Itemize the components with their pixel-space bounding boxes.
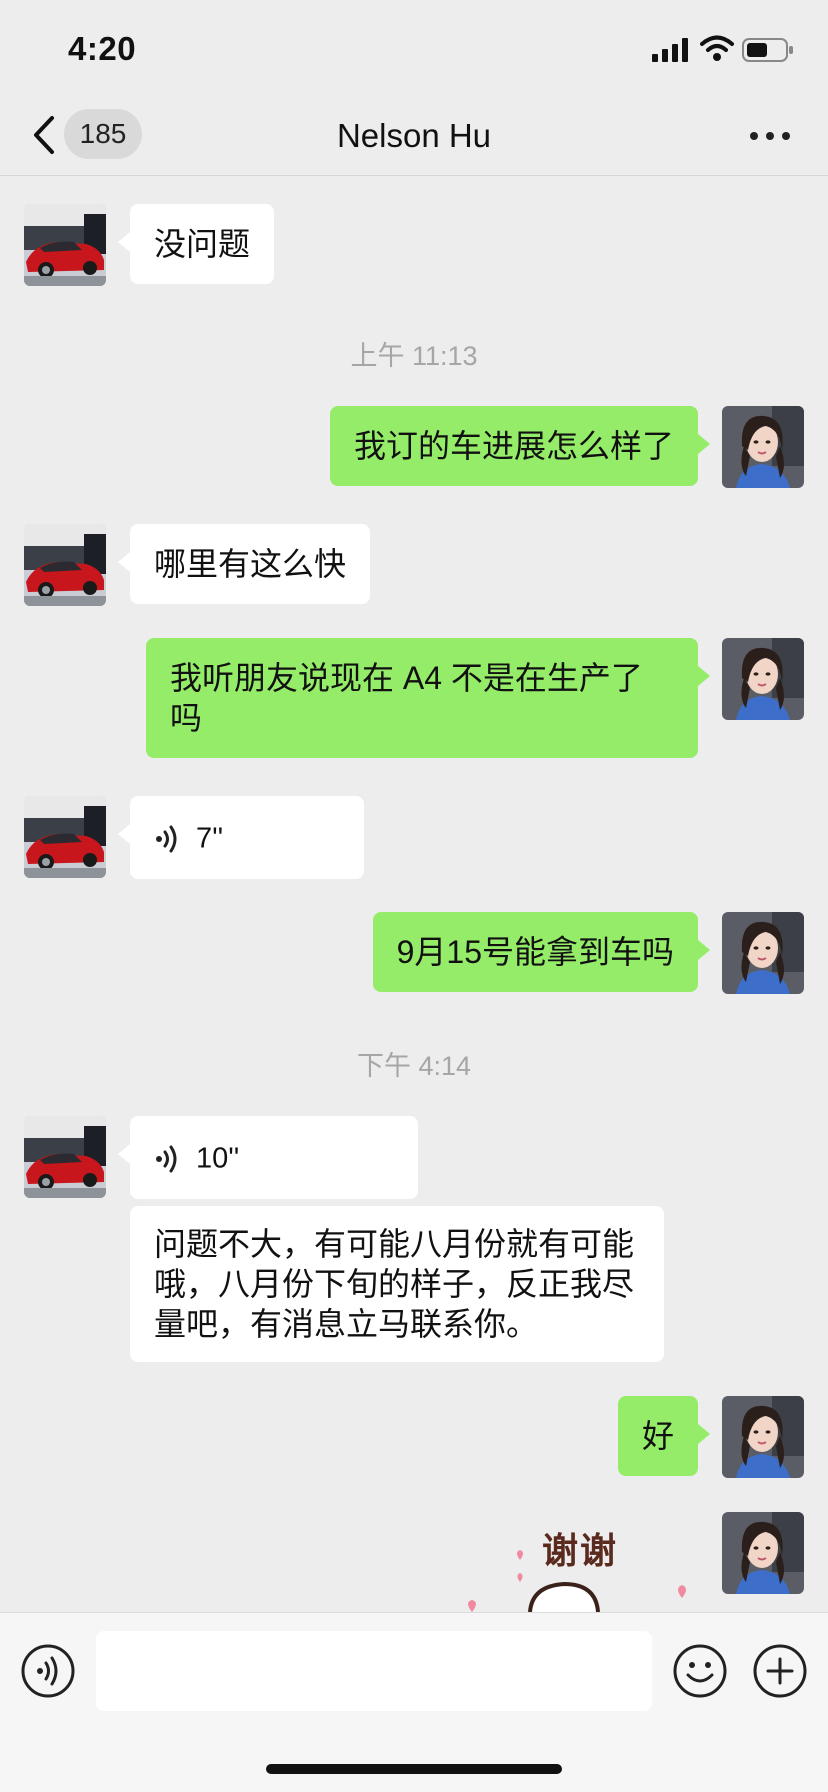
contact-avatar[interactable]	[24, 1116, 106, 1198]
my-avatar[interactable]	[722, 912, 804, 994]
timestamp: 下午 4:14	[356, 1051, 472, 1081]
message-input[interactable]	[96, 1631, 652, 1711]
message-text: 好	[641, 1418, 674, 1454]
voice-wave-icon	[154, 1143, 182, 1175]
voice-duration: 10''	[196, 1142, 240, 1175]
chevron-left-icon[interactable]	[28, 114, 58, 156]
battery-icon	[742, 38, 793, 62]
message-text: 哪里有这么快	[154, 546, 347, 582]
timestamp: 上午 11:13	[350, 341, 478, 371]
chat-header: Nelson Hu 185	[0, 96, 828, 176]
message-received[interactable]: 没问题	[117, 204, 275, 284]
message-text: 没问题	[154, 226, 251, 262]
my-avatar[interactable]	[722, 406, 804, 488]
car-photo	[24, 524, 106, 606]
message-text: 我听朋友说现在 A4 不是在生产了吗	[170, 660, 643, 736]
message-text: 问题不大，有可能八月份就有可能哦，八月份下旬的样子，反正我尽量吧，有消息立马联系…	[154, 1226, 635, 1342]
more-dots-icon[interactable]	[748, 118, 792, 154]
contact-avatar[interactable]	[24, 796, 106, 878]
message-text: 我订的车进展怎么样了	[353, 428, 674, 464]
my-avatar[interactable]	[722, 1512, 804, 1594]
car-photo	[24, 204, 106, 286]
voice-duration: 7''	[196, 822, 224, 855]
car-photo	[24, 796, 106, 878]
contact-avatar[interactable]	[24, 524, 106, 606]
message-received[interactable]: 哪里有这么快	[117, 524, 371, 604]
car-photo	[24, 1116, 106, 1198]
profile-photo	[722, 406, 804, 488]
message-sent[interactable]: 9月15号能拿到车吗	[372, 912, 711, 992]
profile-photo	[722, 1512, 804, 1594]
signal-icon	[652, 38, 688, 62]
message-sent[interactable]: 好	[617, 1396, 711, 1476]
my-avatar[interactable]	[722, 1396, 804, 1478]
home-indicator[interactable]	[266, 1764, 562, 1774]
sticker-drawing	[468, 1550, 686, 1612]
voice-toggle-icon[interactable]	[20, 1643, 76, 1699]
voice-message[interactable]: 7''	[118, 796, 364, 879]
message-sent[interactable]: 我订的车进展怎么样了	[329, 406, 711, 486]
unread-count-badge[interactable]: 185	[64, 109, 142, 159]
smiley-icon[interactable]	[672, 1643, 728, 1699]
profile-photo	[722, 912, 804, 994]
thanks-sticker[interactable]: 谢谢	[460, 1508, 710, 1612]
voice-message[interactable]: 10''	[118, 1116, 418, 1199]
message-text: 9月15号能拿到车吗	[396, 934, 674, 970]
status-bar: 4:20	[0, 0, 828, 96]
voice-wave-icon	[154, 823, 182, 855]
plus-circle-icon[interactable]	[752, 1643, 808, 1699]
message-received[interactable]: 问题不大，有可能八月份就有可能哦，八月份下旬的样子，反正我尽量吧，有消息立马联系…	[130, 1206, 664, 1362]
profile-photo	[722, 1396, 804, 1478]
contact-avatar[interactable]	[24, 204, 106, 286]
wifi-icon	[700, 35, 734, 61]
my-avatar[interactable]	[722, 638, 804, 720]
status-time: 4:20	[68, 30, 137, 67]
profile-photo	[722, 638, 804, 720]
message-sent[interactable]: 我听朋友说现在 A4 不是在生产了吗	[146, 638, 710, 758]
